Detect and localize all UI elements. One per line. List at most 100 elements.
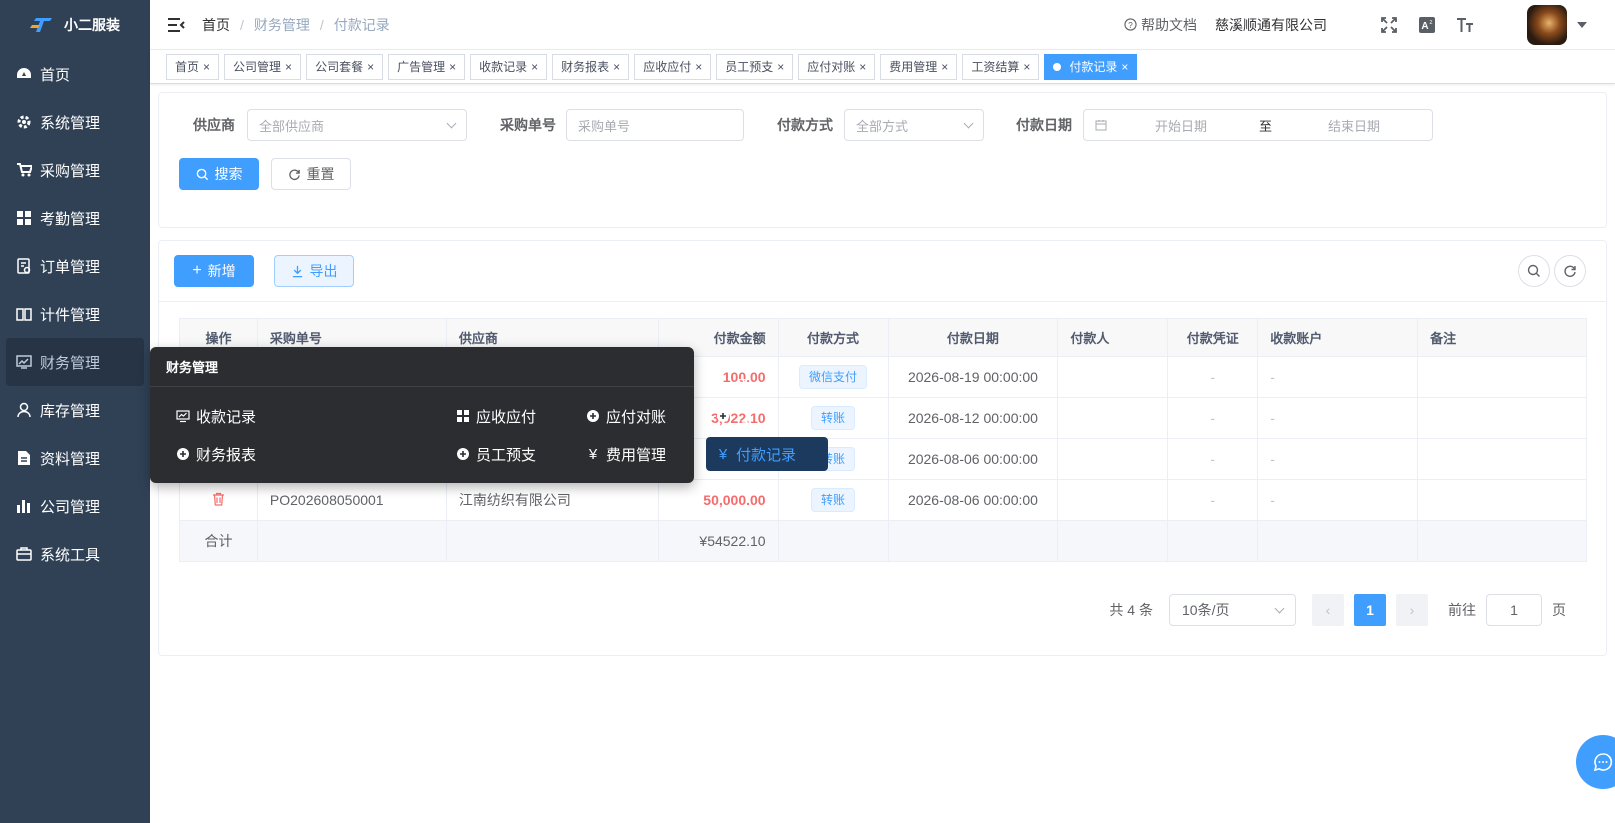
fullscreen-icon[interactable]: [1379, 15, 1399, 35]
sidebar-item-system[interactable]: 系统管理: [0, 98, 150, 146]
reset-button[interactable]: 重置: [271, 158, 351, 190]
sidebar-item-label: 系统管理: [40, 114, 101, 132]
close-icon[interactable]: ×: [531, 60, 538, 74]
tag-label: 收款记录: [479, 60, 528, 74]
header-right: ? 帮助文档 慈溪顺通有限公司 Az: [1124, 4, 1615, 45]
tag-label: 公司套餐: [315, 60, 364, 74]
tag-item[interactable]: 费用管理 ×: [880, 53, 958, 80]
prev-page-button[interactable]: ‹: [1312, 594, 1344, 626]
close-icon[interactable]: ×: [1121, 60, 1128, 74]
page-number-current[interactable]: 1: [1354, 594, 1386, 626]
tag-item[interactable]: 应收应付 ×: [634, 53, 712, 80]
tag-item[interactable]: 收款记录 ×: [470, 53, 548, 80]
close-icon[interactable]: ×: [449, 60, 456, 74]
tag-item-active[interactable]: 付款记录 ×: [1044, 53, 1138, 80]
date-range-picker[interactable]: 开始日期 至 结束日期: [1083, 109, 1433, 141]
search-button[interactable]: 搜索: [179, 158, 259, 190]
date-end-placeholder: 结束日期: [1328, 118, 1381, 134]
gear-icon: [16, 114, 32, 130]
close-icon[interactable]: ×: [203, 60, 210, 74]
popup-item-receivables[interactable]: 应收应付: [446, 399, 546, 433]
tag-item[interactable]: 公司管理 ×: [224, 53, 302, 80]
payment-method-tag: 微信支付: [799, 365, 868, 389]
popup-item-payroll[interactable]: 工资结算: [706, 377, 761, 457]
cell-voucher: -: [1167, 397, 1259, 439]
summary-cell: [887, 520, 1059, 562]
close-icon[interactable]: ×: [285, 60, 292, 74]
tag-item[interactable]: 广告管理 ×: [388, 53, 466, 80]
summary-cell: [1257, 520, 1419, 562]
delete-icon[interactable]: [212, 492, 225, 509]
tag-item[interactable]: 工资结算 ×: [962, 53, 1040, 80]
tag-item[interactable]: 财务报表 ×: [552, 53, 630, 80]
chat-button[interactable]: [1576, 735, 1615, 789]
sidebar-item-orders[interactable]: 订单管理: [0, 242, 150, 290]
next-page-button[interactable]: ›: [1396, 594, 1428, 626]
cell-date: 2026-08-12 00:00:00: [887, 397, 1059, 439]
close-icon[interactable]: ×: [859, 60, 866, 74]
popup-item-payable-reconcile[interactable]: 应付对账: [576, 399, 676, 433]
popup-item-expenses[interactable]: ¥ 费用管理: [576, 437, 676, 471]
export-button[interactable]: 导出: [274, 255, 354, 287]
chat-icon: [1593, 753, 1613, 772]
cell-method: 转账: [777, 479, 889, 521]
font-size-icon[interactable]: [1455, 15, 1475, 35]
summary-label: 合计: [179, 520, 258, 562]
avatar[interactable]: [1527, 4, 1567, 45]
summary-cell: [1167, 520, 1259, 562]
svg-text:z: z: [1430, 20, 1433, 26]
sidebar-item-label: 订单管理: [40, 258, 101, 276]
sidebar-item-home[interactable]: 首页: [0, 50, 150, 98]
tag-label: 员工预支: [725, 60, 774, 74]
close-icon[interactable]: ×: [367, 60, 374, 74]
page-size-select[interactable]: 10条/页: [1169, 594, 1296, 626]
dashboard-icon: [16, 66, 32, 82]
sidebar-item-purchase[interactable]: 采购管理: [0, 146, 150, 194]
plus-circle-icon: [456, 447, 470, 461]
payment-method-select[interactable]: 全部方式: [844, 109, 984, 141]
date-start-placeholder: 开始日期: [1155, 118, 1208, 134]
help-docs-link[interactable]: ? 帮助文档: [1124, 15, 1197, 35]
app-logo[interactable]: 小二服装: [0, 0, 150, 50]
tags-view: 首页 × 公司管理 × 公司套餐 × 广告管理 × 收款记录 × 财务报表 × 应收应付 × …: [150, 50, 1615, 84]
sidebar-item-finance[interactable]: 财务管理: [6, 338, 144, 386]
tag-item[interactable]: 公司套餐 ×: [306, 53, 384, 80]
popup-item-payments[interactable]: ¥ 付款记录: [706, 437, 828, 471]
tag-item[interactable]: 首页 ×: [166, 53, 220, 80]
sidebar-item-company[interactable]: 公司管理: [0, 482, 150, 530]
hamburger-icon[interactable]: [156, 0, 196, 50]
chevron-down-icon[interactable]: [1577, 21, 1587, 28]
sidebar-item-tools[interactable]: 系统工具: [0, 530, 150, 578]
cell-account: -: [1257, 397, 1419, 439]
cell-supplier: 江南纺织有限公司: [445, 479, 659, 521]
language-icon[interactable]: Az: [1417, 15, 1437, 35]
po-number-input[interactable]: 采购单号: [566, 109, 744, 141]
close-icon[interactable]: ×: [613, 60, 620, 74]
tag-item[interactable]: 应付对账 ×: [798, 53, 876, 80]
popup-item-receipts[interactable]: 收款记录: [166, 399, 266, 433]
supplier-select[interactable]: 全部供应商: [247, 109, 467, 141]
breadcrumb-home[interactable]: 首页: [202, 15, 230, 35]
refresh-button[interactable]: [1554, 255, 1586, 287]
close-icon[interactable]: ×: [941, 60, 948, 74]
yen-icon: ¥: [588, 445, 598, 463]
popup-item-reports[interactable]: 财务报表: [166, 437, 266, 471]
tag-item[interactable]: 员工预支 ×: [716, 53, 794, 80]
cell-note: [1417, 438, 1587, 480]
popup-item-label: 付款记录: [736, 446, 797, 464]
sidebar-item-inventory[interactable]: 库存管理: [0, 386, 150, 434]
row-actions: [179, 479, 258, 521]
add-button[interactable]: + 新增: [174, 255, 254, 287]
popup-item-advances[interactable]: 员工预支: [446, 437, 546, 471]
toggle-search-button[interactable]: [1518, 255, 1550, 287]
close-icon[interactable]: ×: [777, 60, 784, 74]
summary-amount: ¥54522.10: [657, 520, 779, 562]
popup-item-label: 应付对账: [606, 408, 667, 426]
close-icon[interactable]: ×: [695, 60, 702, 74]
sidebar-item-materials[interactable]: 资料管理: [0, 434, 150, 482]
sidebar-item-piecework[interactable]: 计件管理: [0, 290, 150, 338]
close-icon[interactable]: ×: [1023, 60, 1030, 74]
cell-voucher: -: [1167, 356, 1259, 398]
goto-page-input[interactable]: 1: [1486, 594, 1542, 626]
sidebar-item-attendance[interactable]: 考勤管理: [0, 194, 150, 242]
